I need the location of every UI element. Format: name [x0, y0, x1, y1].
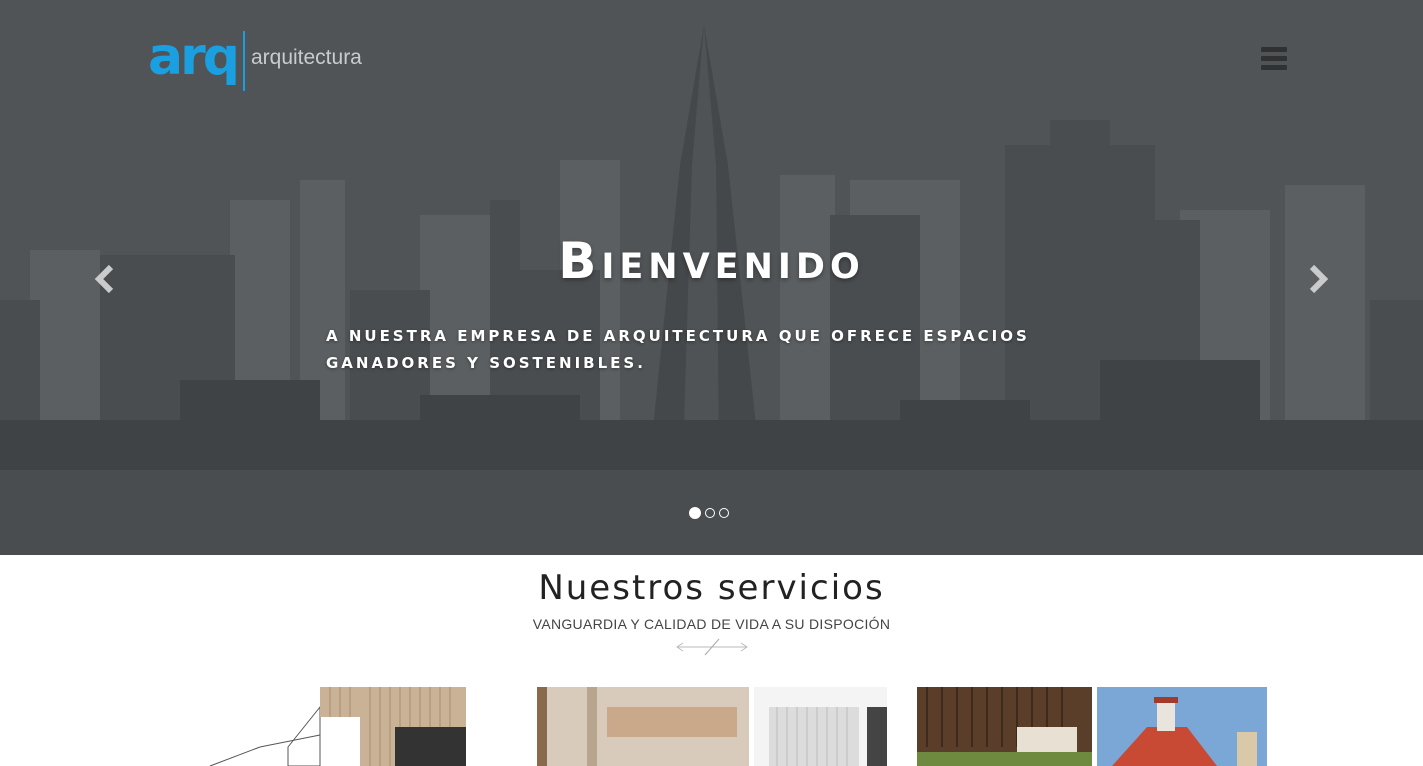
- arrow-divider-icon: [676, 638, 748, 656]
- interior-design-image: [537, 687, 887, 766]
- hero-title: Bienvenido: [558, 232, 865, 290]
- logo-mark: arq: [148, 27, 240, 87]
- hamburger-menu-icon[interactable]: [1261, 47, 1287, 71]
- carousel-indicator-2[interactable]: [705, 508, 715, 518]
- menu-bar: [1261, 56, 1287, 61]
- service-image-2[interactable]: [537, 687, 887, 766]
- architecture-sketch-image: [200, 687, 466, 766]
- service-image-3[interactable]: [917, 687, 1267, 766]
- logo-divider: [242, 31, 245, 91]
- hero-subtitle: a nuestra empresa de arquitectura que of…: [326, 327, 1030, 372]
- menu-bar: [1261, 47, 1287, 52]
- menu-bar: [1261, 65, 1287, 70]
- services-title: Nuestros servicios: [538, 568, 885, 608]
- services-subtitle: VANGUARDIA Y CALIDAD DE VIDA A SU DISPOC…: [532, 616, 891, 632]
- carousel-indicators: [689, 507, 729, 519]
- hero-carousel: arq arquitectura Bienvenido a nuestra em…: [0, 0, 1423, 555]
- residential-building-image: [917, 687, 1267, 766]
- carousel-indicator-3[interactable]: [719, 508, 729, 518]
- service-image-1[interactable]: [200, 687, 466, 766]
- carousel-indicator-1[interactable]: [689, 507, 701, 519]
- site-logo[interactable]: arq arquitectura: [148, 30, 362, 92]
- logo-wordmark: arquitectura: [250, 46, 362, 69]
